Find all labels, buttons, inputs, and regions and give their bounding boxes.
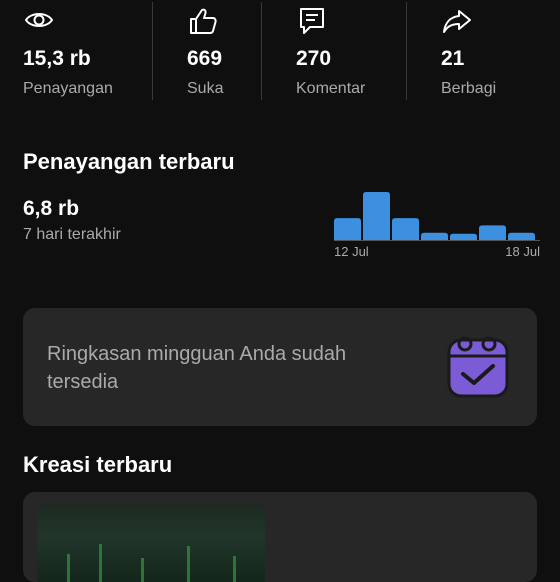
chart-tick-label: 18 Jul — [505, 244, 540, 259]
recent-views-chart[interactable]: 12 Jul 18 Jul — [334, 186, 540, 264]
stat-shares-value: 21 — [441, 47, 465, 70]
chart-bar — [334, 218, 361, 240]
chart-bar — [363, 192, 390, 240]
divider — [152, 2, 153, 100]
thumbnail-detail — [141, 558, 144, 582]
stat-views-label: Penayangan — [23, 80, 113, 97]
share-icon — [443, 10, 471, 33]
weekly-summary-card[interactable]: Ringkasan mingguan Anda sudah tersedia — [23, 308, 537, 426]
video-thumbnail[interactable] — [37, 504, 265, 582]
recent-views-subtitle: 7 hari terakhir — [23, 226, 121, 243]
stat-comments-label: Komentar — [296, 80, 366, 97]
stat-shares-label: Berbagi — [441, 80, 497, 97]
chart-tick-label: 12 Jul — [334, 244, 369, 259]
thumbnail-detail — [67, 554, 70, 582]
stat-comments-value: 270 — [296, 47, 332, 70]
weekly-summary-text: Ringkasan mingguan Anda sudah tersedia — [47, 343, 347, 393]
calendar-check-icon — [447, 336, 509, 398]
divider — [406, 2, 407, 100]
thumbnail-detail — [99, 544, 102, 582]
stat-views-value: 15,3 rb — [23, 47, 91, 70]
stat-likes-label: Suka — [187, 80, 224, 97]
stats-row: 15,3 rb Penayangan 669 Suka 270 Komentar… — [0, 0, 560, 104]
recent-views-title: Penayangan terbaru — [23, 149, 235, 174]
recent-creation-card[interactable] — [23, 492, 537, 582]
chart-bar — [508, 232, 535, 240]
recent-views-value: 6,8 rb — [23, 197, 80, 220]
chart-bar — [392, 218, 419, 240]
thumbnail-detail — [187, 546, 190, 582]
chart-bar — [479, 225, 506, 240]
eye-icon — [24, 13, 54, 27]
stat-likes-value: 669 — [187, 47, 223, 70]
recent-creations-title: Kreasi terbaru — [23, 452, 173, 477]
chart-bar — [421, 232, 448, 240]
divider — [261, 2, 262, 100]
chart-bar — [450, 233, 477, 240]
comment-icon — [300, 8, 324, 34]
thumb-up-icon — [190, 8, 217, 34]
